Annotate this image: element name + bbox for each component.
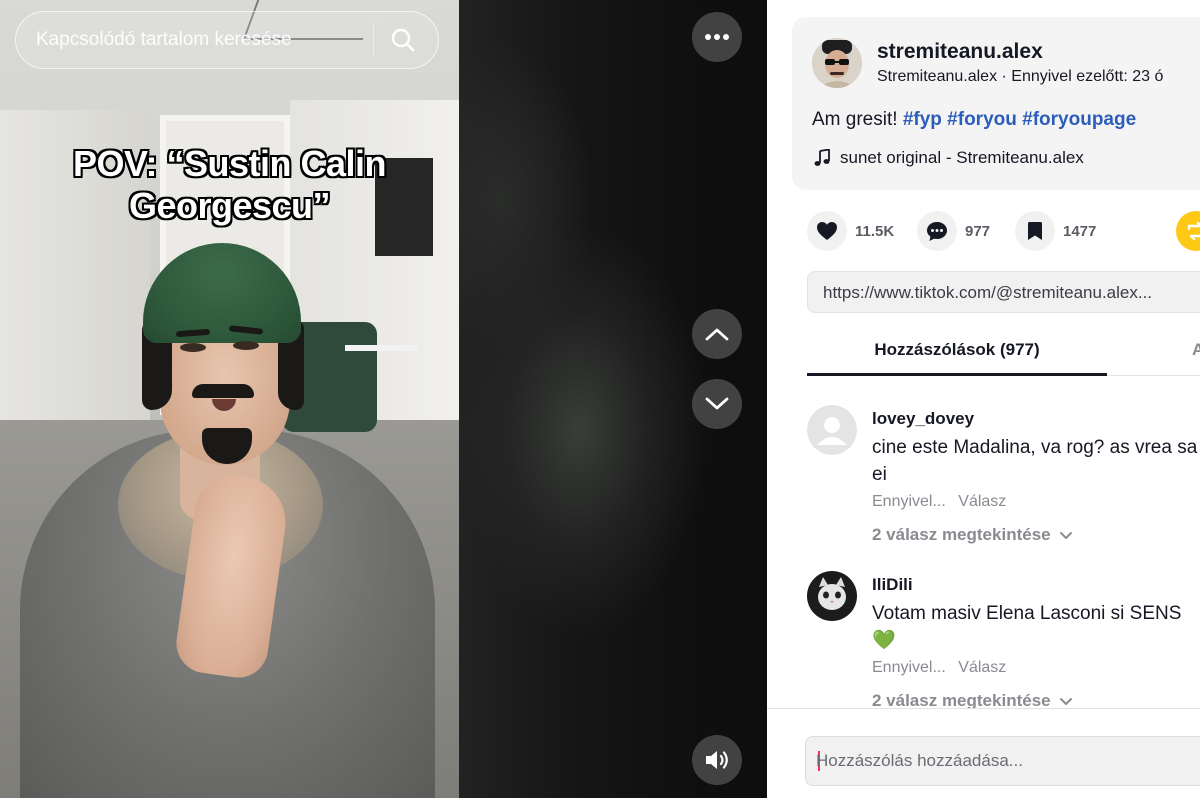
search-input[interactable] — [36, 12, 366, 68]
description-text: Am gresit! — [812, 109, 898, 130]
details-panel: stremiteanu.alex Stremiteanu.alex · Enny… — [767, 0, 1200, 798]
comment-input[interactable] — [816, 737, 1196, 785]
video-frame[interactable]: POV: “Sustin Calin Georgescu” — [0, 0, 459, 798]
comment-text-body: Votam masiv Elena Lasconi si SENS — [872, 603, 1182, 624]
save-circle — [1015, 211, 1055, 251]
chevron-up-icon — [705, 328, 729, 341]
view-replies-label: 2 válasz megtekintése — [872, 691, 1051, 708]
comment-count: 977 — [965, 222, 991, 240]
comment-avatar[interactable] — [807, 571, 857, 621]
reply-button[interactable]: Válasz — [958, 659, 1006, 676]
comment-username[interactable]: IliDili — [872, 575, 913, 595]
more-dots-icon — [705, 34, 729, 40]
comment-item: IliDili Votam masiv Elena Lasconi si SEN… — [807, 571, 1200, 708]
more-options-button[interactable] — [692, 12, 742, 62]
comment-time: Ennyivel... — [872, 493, 946, 510]
view-replies-label: 2 válasz megtekintése — [872, 525, 1051, 544]
green-heart-emoji: 💚 — [872, 630, 896, 651]
person-eye — [233, 341, 259, 350]
comment-username[interactable]: lovey_dovey — [872, 409, 974, 429]
search-button[interactable] — [380, 18, 426, 62]
default-avatar-icon — [807, 405, 857, 455]
heart-icon — [817, 222, 837, 240]
room-table — [345, 345, 417, 351]
chevron-down-icon — [705, 397, 729, 410]
copy-link-field[interactable]: https://www.tiktok.com/@stremiteanu.alex… — [807, 271, 1200, 313]
tab-comments[interactable]: Hozzászólások (977) — [807, 331, 1107, 376]
video-stage[interactable]: POV: “Sustin Calin Georgescu” — [0, 0, 767, 798]
volume-button[interactable] — [692, 735, 742, 785]
search-bar[interactable] — [15, 11, 439, 69]
volume-icon — [706, 751, 728, 769]
tab-second[interactable]: A — [1192, 331, 1200, 375]
save-count: 1477 — [1063, 222, 1097, 240]
post-description: Am gresit! #fyp #foryou #foryoupage — [812, 109, 1136, 131]
comment-meta: Ennyivel... Válasz — [872, 659, 1006, 677]
music-link[interactable]: sunet original - Stremiteanu.alex — [814, 148, 1084, 168]
comment-item: lovey_dovey cine este Madalina, va rog? … — [807, 405, 1200, 555]
view-replies-button[interactable]: 2 válasz megtekintése — [872, 525, 1073, 545]
comment-list: lovey_dovey cine este Madalina, va rog? … — [807, 376, 1200, 708]
comment-composer-area — [767, 708, 1200, 798]
save-button[interactable]: 1477 — [1015, 211, 1096, 251]
chevron-down-icon — [1059, 697, 1072, 705]
share-button[interactable] — [1176, 211, 1200, 256]
next-video-button[interactable] — [692, 379, 742, 429]
search-divider — [373, 23, 374, 57]
comment-time: Ennyivel... — [872, 659, 946, 676]
author-avatar-image — [812, 38, 862, 88]
previous-video-button[interactable] — [692, 309, 742, 359]
video-caption-line: Georgescu” — [128, 185, 331, 226]
search-icon — [391, 28, 415, 52]
share-icon — [1176, 211, 1200, 251]
tab-comments-label: Hozzászólások (977) — [874, 340, 1040, 359]
tab-second-label: A — [1192, 340, 1200, 359]
video-caption: POV: “Sustin Calin Georgescu” — [0, 143, 459, 227]
comment-button[interactable]: 977 — [917, 211, 990, 251]
comment-text: cine este Madalina, va rog? as vrea sa e… — [872, 437, 1198, 485]
author-username[interactable]: stremiteanu.alex — [877, 40, 1043, 64]
hashtag-link[interactable]: #foryou — [947, 109, 1017, 130]
comment-avatar[interactable] — [807, 405, 857, 455]
hashtag-link[interactable]: #foryoupage — [1022, 109, 1136, 130]
comment-text: Votam masiv Elena Lasconi si SENS 💚 — [872, 600, 1200, 654]
view-replies-button[interactable]: 2 válasz megtekintése — [872, 691, 1073, 708]
comment-icon — [927, 221, 947, 241]
comment-meta: Ennyivel... Válasz — [872, 493, 1006, 511]
bookmark-icon — [1028, 222, 1042, 240]
panel-tabs: Hozzászólások (977) A — [807, 331, 1200, 376]
reply-button[interactable]: Válasz — [958, 493, 1006, 510]
comment-composer[interactable] — [805, 736, 1200, 786]
music-note-icon — [814, 149, 830, 166]
like-count: 11.5K — [855, 222, 895, 240]
author-subline: Stremiteanu.alex · Ennyivel ezelőtt: 23 … — [877, 68, 1164, 85]
post-info-card: stremiteanu.alex Stremiteanu.alex · Enny… — [792, 17, 1200, 190]
hashtag-link[interactable]: #fyp — [903, 109, 942, 130]
like-circle — [807, 211, 847, 251]
author-avatar[interactable] — [812, 38, 862, 88]
comment-circle — [917, 211, 957, 251]
video-caption-line: POV: “Sustin Calin — [72, 143, 387, 184]
person-eye — [180, 343, 206, 352]
chevron-down-icon — [1059, 531, 1072, 539]
music-title: sunet original - Stremiteanu.alex — [840, 148, 1084, 167]
person-mustache — [192, 384, 254, 398]
cat-avatar-image — [807, 571, 857, 621]
video-link-text: https://www.tiktok.com/@stremiteanu.alex… — [823, 283, 1153, 302]
like-button[interactable]: 11.5K — [807, 211, 894, 251]
